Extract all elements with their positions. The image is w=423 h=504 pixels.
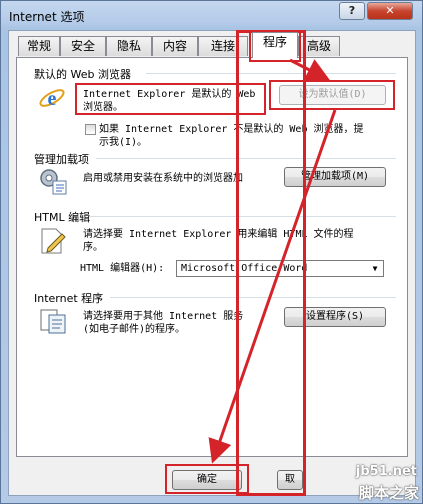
arrow-to-set-default [289,58,331,81]
watermark-url: jb51.net [355,464,417,479]
tab-programs[interactable]: 程序 [252,32,298,58]
annotation-arrows [208,58,337,464]
watermark-site: 脚本之家 [358,484,419,502]
arrow-to-ok [208,109,337,464]
